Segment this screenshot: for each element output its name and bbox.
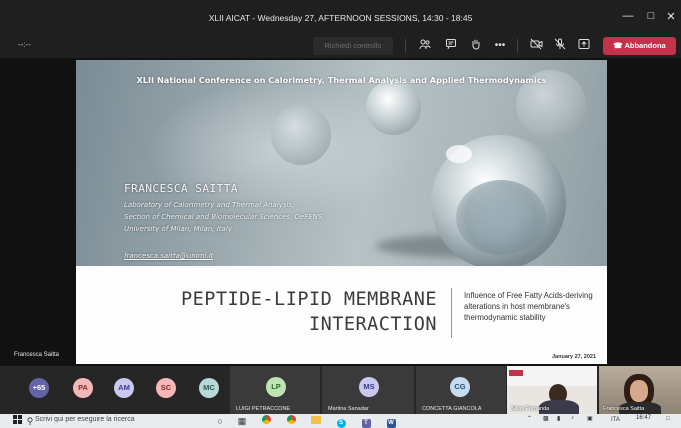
slide-date: January 27, 2021 [552, 354, 597, 360]
conference-title: XLII National Conference on Calorimetry,… [136, 75, 547, 85]
maximize-icon[interactable]: □ [643, 10, 659, 22]
window-title: XLII AICAT - Wednesday 27, AFTERNOON SES… [208, 13, 473, 23]
participant-tile[interactable]: LP LUIGI PETRACCONE [230, 366, 320, 414]
volume-icon[interactable]: ♪ [571, 415, 574, 421]
participant-avatar[interactable]: AM [114, 378, 134, 398]
chat-icon[interactable] [443, 38, 459, 54]
shared-content-stage: XLII National Conference on Calorimetry,… [0, 58, 681, 366]
clock[interactable]: 16:47 [636, 415, 651, 421]
share-icon[interactable] [576, 38, 592, 54]
participant-name: Martina Sanadar [328, 406, 369, 412]
participant-avatar[interactable]: SC [156, 378, 176, 398]
file-explorer-icon[interactable] [310, 415, 322, 427]
network-icon[interactable]: ▩ [543, 415, 549, 422]
participants-icon[interactable] [417, 38, 433, 54]
marble-core [456, 180, 546, 255]
title-bar: XLII AICAT - Wednesday 27, AFTERNOON SES… [0, 0, 681, 36]
speaker-name: FRANCESCA SAITTA [124, 182, 238, 195]
more-participants-badge[interactable]: +65 [29, 378, 49, 398]
participant-avatar: LP [266, 377, 286, 397]
glass-marble-small [366, 80, 421, 135]
toolbar-divider [405, 39, 406, 53]
leave-button[interactable]: ☎ Abbandona [603, 37, 676, 55]
mic-off-icon[interactable] [552, 38, 568, 54]
affiliation-line-2: Section of Chemical and Biomolecular Sci… [124, 213, 325, 221]
windows-start-icon[interactable] [11, 415, 23, 427]
marble-highlight [446, 145, 472, 163]
participant-tile[interactable]: MS Martina Sanadar [322, 366, 414, 414]
keyboard-icon[interactable]: ▣ [587, 415, 593, 422]
affiliation-line-1: Laboratory of Calorimetry and Thermal An… [124, 201, 295, 209]
word-icon[interactable]: W [385, 415, 397, 428]
title-divider [451, 288, 452, 338]
raise-hand-icon[interactable] [468, 38, 484, 54]
presenter-name-label: Francesca Saitta [14, 352, 60, 358]
slide-title-line-2: INTERACTION [308, 314, 437, 335]
slide-title-line-1: PEPTIDE-LIPID MEMBRANE [180, 289, 437, 310]
glass-marble-blur [271, 105, 331, 165]
presentation-slide: XLII National Conference on Calorimetry,… [76, 60, 607, 364]
participant-name: Silvia Fornanda [511, 406, 550, 412]
teams-window: XLII AICAT - Wednesday 27, AFTERNOON SES… [0, 0, 681, 428]
teams-icon[interactable]: T [360, 415, 372, 428]
participant-avatar: MS [359, 377, 379, 397]
thumbnail-logo [509, 370, 523, 376]
participant-avatar: CG [450, 377, 470, 397]
close-icon[interactable]: ✕ [663, 10, 679, 23]
participant-tile[interactable]: CG CONCETTA GIANCOLA [416, 366, 506, 414]
task-view-icon[interactable]: ▦ [236, 415, 248, 427]
toolbar-divider [517, 39, 518, 53]
participant-strip: +65 PA AM SC MC LP LUIGI PETRACCONE MS M… [0, 366, 681, 414]
participant-video[interactable]: Francesca Saitta [599, 366, 681, 414]
shared-screen-thumbnail [507, 366, 597, 386]
person-face [630, 380, 648, 402]
battery-icon[interactable]: ▮ [557, 415, 560, 422]
participant-name: CONCETTA GIANCOLA [422, 406, 482, 412]
hangup-icon: ☎ [613, 41, 623, 50]
participant-avatar[interactable]: PA [73, 378, 93, 398]
meeting-timer: --:-- [18, 40, 31, 49]
minimize-icon[interactable]: — [620, 10, 636, 22]
chrome-alt-icon[interactable] [285, 415, 297, 427]
speaker-email: francesca.saitta@unimi.it [124, 252, 214, 260]
more-icon[interactable]: ••• [492, 38, 508, 54]
windows-taskbar: ⚲ Scrivi qui per eseguire la ricerca ○ ▦… [0, 414, 681, 428]
chrome-icon[interactable] [260, 415, 272, 427]
language-indicator[interactable]: ITA [611, 417, 620, 423]
participant-video[interactable]: Silvia Fornanda [507, 366, 597, 414]
slide-hero-image: XLII National Conference on Calorimetry,… [76, 60, 607, 266]
taskbar-search-input[interactable]: Scrivi qui per eseguire la ricerca [35, 416, 135, 423]
camera-off-icon[interactable] [528, 38, 544, 54]
cortana-icon[interactable]: ○ [214, 415, 226, 427]
notifications-icon[interactable]: □ [666, 416, 670, 422]
participant-name: LUIGI PETRACCONE [236, 406, 291, 412]
meeting-toolbar: --:-- Richiedi controllo ••• ☎ Abbandona [0, 36, 681, 58]
skype-icon[interactable]: S [335, 415, 347, 428]
request-control-button[interactable]: Richiedi controllo [313, 37, 393, 55]
participant-avatar[interactable]: MC [199, 378, 219, 398]
slide-subtitle: Influence of Free Fatty Acids-deriving a… [464, 291, 593, 322]
affiliation-line-3: University of Milan, Milan, Italy [124, 225, 232, 233]
tray-chevron-icon[interactable]: ⌃ [527, 415, 532, 422]
leave-label: Abbandona [624, 41, 666, 50]
participant-name: Francesca Saitta [603, 406, 645, 412]
